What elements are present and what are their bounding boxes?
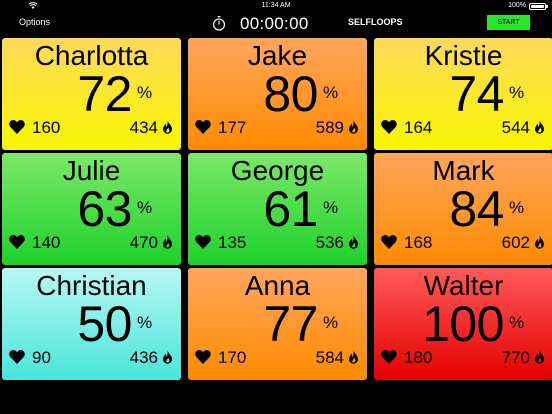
heart-rate-value: 135 bbox=[218, 233, 247, 252]
battery-percent: 100% bbox=[508, 2, 526, 9]
participant-tile[interactable]: Mark 84 % 168 602 bbox=[374, 153, 552, 265]
flame-icon bbox=[535, 350, 544, 364]
calories-value: 584 bbox=[315, 348, 344, 367]
percent-unit: % bbox=[509, 83, 525, 102]
calories-value: 436 bbox=[129, 348, 158, 367]
flame-icon bbox=[349, 350, 358, 364]
battery-icon bbox=[529, 3, 548, 10]
participant-tile[interactable]: George 61 % 135 536 bbox=[188, 153, 367, 265]
heart-rate-value: 160 bbox=[32, 118, 61, 137]
options-button[interactable]: Options bbox=[19, 17, 50, 27]
stopwatch-icon bbox=[212, 16, 226, 31]
percent-unit: % bbox=[509, 198, 525, 217]
effort-percent: 61 bbox=[263, 181, 318, 237]
percent-unit: % bbox=[137, 83, 153, 102]
status-time: 11:34 AM bbox=[261, 2, 291, 9]
participant-tile[interactable]: Charlotta 72 % 160 434 bbox=[2, 38, 181, 150]
heart-icon bbox=[9, 235, 25, 249]
participant-tile[interactable]: Christian 50 % 90 436 bbox=[2, 268, 181, 380]
effort-percent: 100 bbox=[422, 296, 504, 352]
status-bar: 11:34 AM 100% bbox=[0, 0, 552, 12]
effort-percent: 84 bbox=[449, 181, 504, 237]
heart-icon bbox=[9, 120, 25, 134]
percent-unit: % bbox=[137, 313, 153, 332]
flame-icon bbox=[349, 120, 358, 134]
effort-percent: 77 bbox=[263, 296, 318, 352]
calories-value: 544 bbox=[501, 118, 530, 137]
heart-icon bbox=[195, 120, 211, 134]
participant-grid: Charlotta 72 % 160 434 Jake 80 % 177 589… bbox=[2, 38, 552, 412]
flame-icon bbox=[163, 235, 172, 249]
calories-value: 589 bbox=[315, 118, 344, 137]
calories-value: 434 bbox=[129, 118, 158, 137]
effort-percent: 63 bbox=[77, 181, 132, 237]
heart-rate-value: 164 bbox=[404, 118, 433, 137]
effort-percent: 74 bbox=[449, 66, 504, 122]
participant-tile[interactable]: Julie 63 % 140 470 bbox=[2, 153, 181, 265]
calories-value: 536 bbox=[315, 233, 344, 252]
heart-rate-value: 90 bbox=[32, 348, 51, 367]
percent-unit: % bbox=[137, 198, 153, 217]
heart-icon bbox=[9, 350, 25, 364]
heart-icon bbox=[195, 350, 211, 364]
session-timer: 00:00:00 bbox=[240, 14, 309, 33]
participant-tile[interactable]: Jake 80 % 177 589 bbox=[188, 38, 367, 150]
heart-rate-value: 177 bbox=[218, 118, 247, 137]
heart-icon bbox=[381, 235, 397, 249]
heart-rate-value: 180 bbox=[404, 348, 433, 367]
effort-percent: 50 bbox=[77, 296, 132, 352]
heart-icon bbox=[381, 350, 397, 364]
flame-icon bbox=[163, 120, 172, 134]
heart-icon bbox=[195, 235, 211, 249]
flame-icon bbox=[535, 235, 544, 249]
effort-percent: 80 bbox=[263, 66, 318, 122]
participant-tile[interactable]: Kristie 74 % 164 544 bbox=[374, 38, 552, 150]
calories-value: 770 bbox=[501, 348, 530, 367]
effort-percent: 72 bbox=[77, 66, 132, 122]
heart-rate-value: 140 bbox=[32, 233, 61, 252]
start-button[interactable]: START bbox=[487, 15, 530, 30]
percent-unit: % bbox=[509, 313, 525, 332]
flame-icon bbox=[349, 235, 358, 249]
flame-icon bbox=[163, 350, 172, 364]
percent-unit: % bbox=[323, 313, 339, 332]
heart-icon bbox=[381, 120, 397, 134]
percent-unit: % bbox=[323, 198, 339, 217]
brand-label: SELFLOOPS bbox=[348, 17, 403, 27]
participant-tile[interactable]: Walter 100 % 180 770 bbox=[374, 268, 552, 380]
heart-rate-value: 168 bbox=[404, 233, 433, 252]
percent-unit: % bbox=[323, 83, 339, 102]
flame-icon bbox=[535, 120, 544, 134]
toolbar: Options 00:00:00 SELFLOOPS START bbox=[0, 12, 552, 36]
calories-value: 602 bbox=[501, 233, 530, 252]
calories-value: 470 bbox=[129, 233, 158, 252]
heart-rate-value: 170 bbox=[218, 348, 247, 367]
participant-tile[interactable]: Anna 77 % 170 584 bbox=[188, 268, 367, 380]
